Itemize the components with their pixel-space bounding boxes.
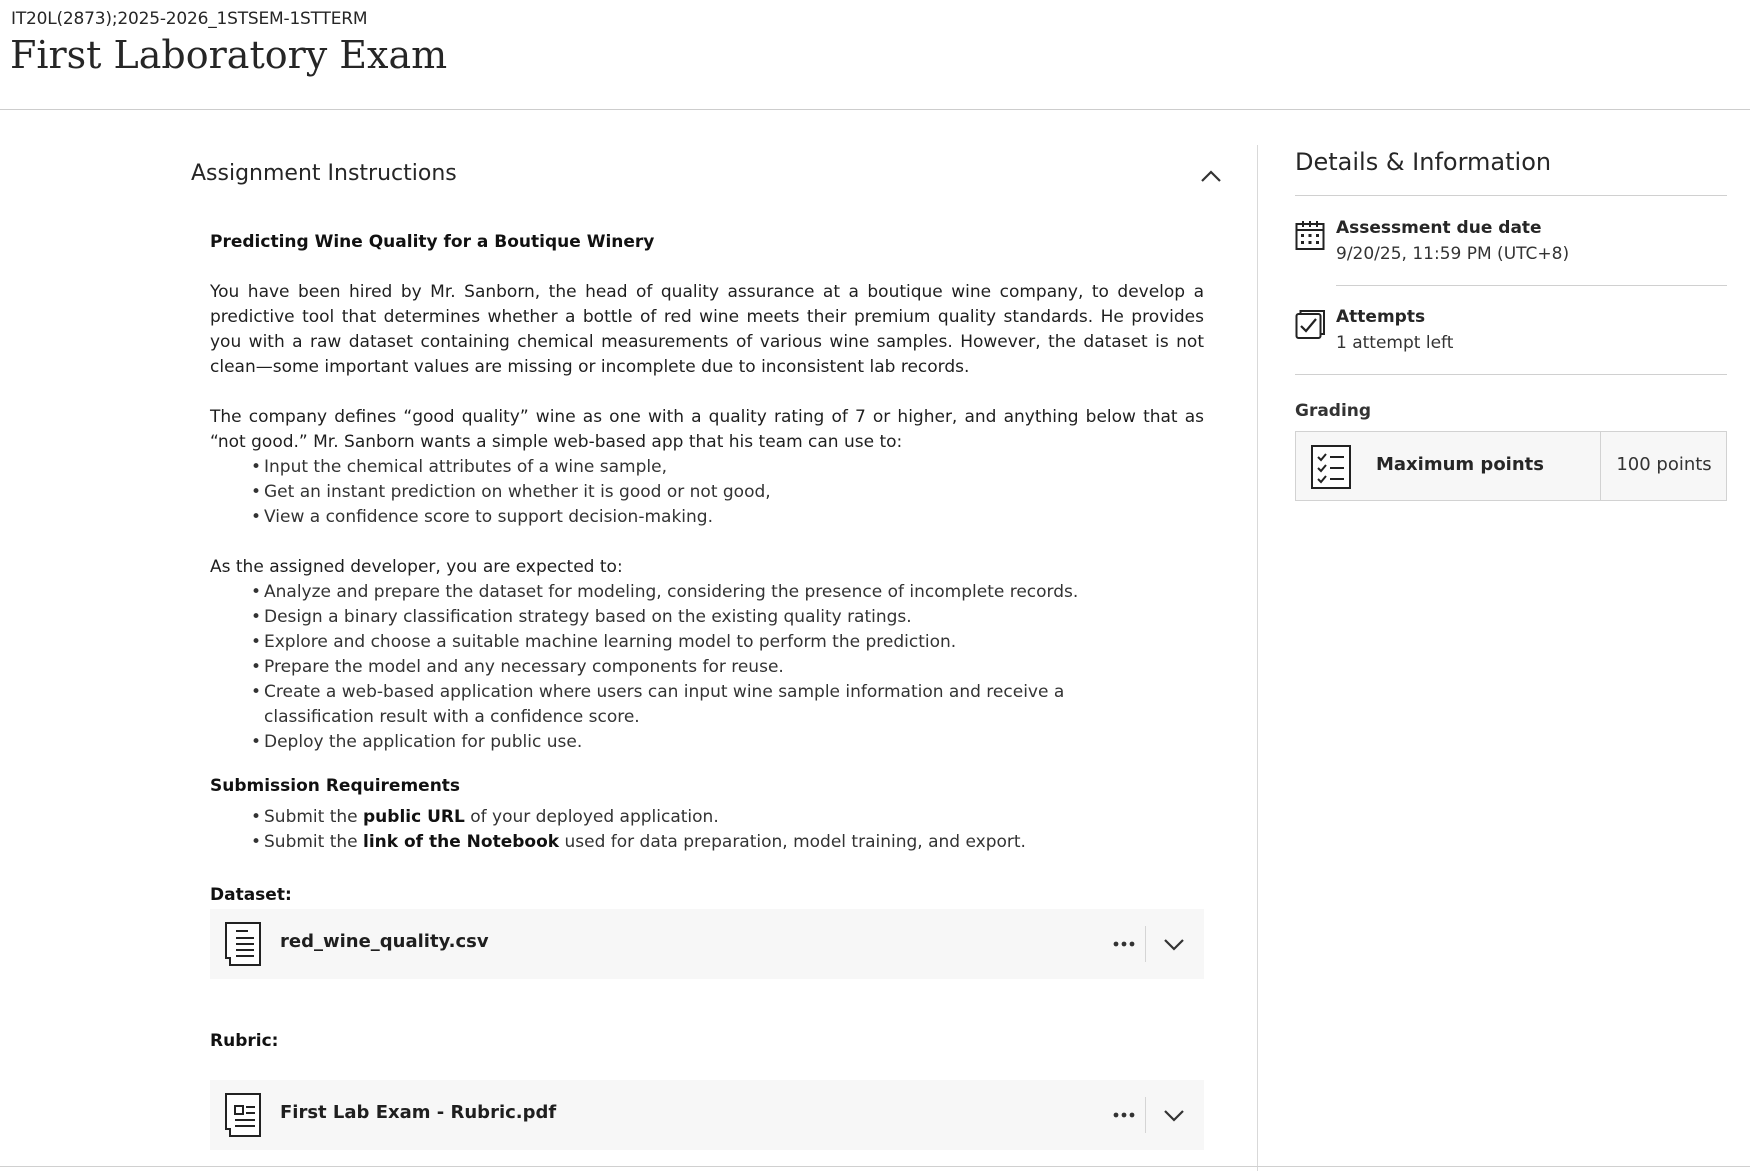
dataset-file-name[interactable]: red_wine_quality.csv bbox=[280, 931, 489, 952]
max-points-value: 100 points bbox=[1616, 454, 1712, 475]
list-item: Explore and choose a suitable machine le… bbox=[251, 630, 1204, 655]
dataset-label: Dataset: bbox=[210, 885, 292, 905]
max-points-label: Maximum points bbox=[1376, 454, 1544, 475]
divider bbox=[1145, 926, 1146, 962]
rubric-label: Rubric: bbox=[210, 1031, 279, 1051]
chevron-down-icon bbox=[1164, 939, 1184, 951]
list-item: Get an instant prediction on whether it … bbox=[251, 480, 1204, 505]
document-icon bbox=[225, 1093, 261, 1137]
instructions-content: Predicting Wine Quality for a Boutique W… bbox=[210, 230, 1204, 855]
list-item: Submit the public URL of your deployed a… bbox=[251, 805, 1204, 830]
expectations-list: Analyze and prepare the dataset for mode… bbox=[251, 580, 1204, 755]
more-icon bbox=[1113, 1112, 1135, 1118]
list-item: Submit the link of the Notebook used for… bbox=[251, 830, 1204, 855]
rubric-file-name[interactable]: First Lab Exam - Rubric.pdf bbox=[280, 1102, 556, 1123]
page-title: First Laboratory Exam bbox=[10, 33, 448, 77]
list-item: Input the chemical attributes of a wine … bbox=[251, 455, 1204, 480]
grading-label: Grading bbox=[1295, 401, 1372, 421]
list-item: Analyze and prepare the dataset for mode… bbox=[251, 580, 1204, 605]
app-features-list: Input the chemical attributes of a wine … bbox=[251, 455, 1204, 530]
submission-list: Submit the public URL of your deployed a… bbox=[251, 805, 1204, 855]
chevron-up-icon bbox=[1201, 170, 1221, 182]
list-item: Create a web-based application where use… bbox=[251, 680, 1101, 730]
more-options-button[interactable] bbox=[1106, 1100, 1142, 1130]
due-date-label: Assessment due date bbox=[1336, 218, 1542, 238]
attempts-value: 1 attempt left bbox=[1336, 333, 1454, 353]
list-item: Deploy the application for public use. bbox=[251, 730, 1204, 755]
divider bbox=[1336, 285, 1727, 286]
divider bbox=[1145, 1097, 1146, 1133]
column-divider bbox=[1257, 145, 1258, 1171]
divider bbox=[1295, 195, 1727, 196]
max-points-row: Maximum points 100 points bbox=[1295, 431, 1727, 501]
submission-heading: Submission Requirements bbox=[210, 776, 461, 796]
list-item: Prepare the model and any necessary comp… bbox=[251, 655, 1204, 680]
paragraph-quality: The company defines “good quality” wine … bbox=[210, 407, 1204, 452]
page-header: IT20L(2873);2025-2026_1STSEM-1STTERM Fir… bbox=[0, 0, 1750, 110]
section-title: Assignment Instructions bbox=[191, 161, 457, 186]
expand-button[interactable] bbox=[1160, 1100, 1188, 1130]
more-options-button[interactable] bbox=[1106, 929, 1142, 959]
assignment-heading: Predicting Wine Quality for a Boutique W… bbox=[210, 232, 655, 252]
paragraph-expectations: As the assigned developer, you are expec… bbox=[210, 557, 623, 577]
paragraph-intro: You have been hired by Mr. Sanborn, the … bbox=[210, 282, 1204, 377]
divider bbox=[1295, 374, 1727, 375]
list-item: Design a binary classification strategy … bbox=[251, 605, 1204, 630]
bottom-divider bbox=[0, 1166, 1750, 1167]
course-code: IT20L(2873);2025-2026_1STSEM-1STTERM bbox=[11, 9, 368, 29]
dataset-attachment[interactable]: red_wine_quality.csv bbox=[210, 909, 1204, 979]
rubric-list-icon bbox=[1311, 445, 1351, 489]
list-item: View a confidence score to support decis… bbox=[251, 505, 1204, 530]
rubric-attachment[interactable]: First Lab Exam - Rubric.pdf bbox=[210, 1080, 1204, 1150]
due-date-value: 9/20/25, 11:59 PM (UTC+8) bbox=[1336, 244, 1570, 264]
details-title: Details & Information bbox=[1295, 148, 1552, 176]
document-icon bbox=[225, 922, 261, 966]
chevron-down-icon bbox=[1164, 1110, 1184, 1122]
calendar-icon bbox=[1295, 221, 1325, 250]
more-icon bbox=[1113, 941, 1135, 947]
expand-button[interactable] bbox=[1160, 929, 1188, 959]
checkbox-icon bbox=[1295, 310, 1325, 339]
attempts-label: Attempts bbox=[1336, 307, 1426, 327]
collapse-button[interactable] bbox=[1198, 163, 1224, 189]
